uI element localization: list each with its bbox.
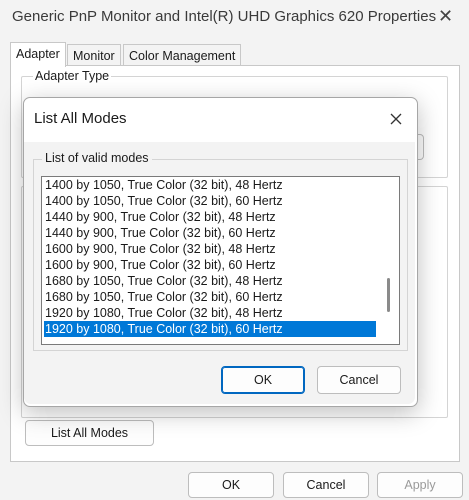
apply-button[interactable]: Apply bbox=[377, 472, 463, 498]
tab-color-management[interactable]: Color Management bbox=[123, 44, 242, 67]
list-item-selected[interactable]: 1920 by 1080, True Color (32 bit), 60 He… bbox=[44, 321, 376, 337]
list-item[interactable]: 1920 by 1080, True Color (32 bit), 48 He… bbox=[44, 305, 376, 321]
dialog-title: List All Modes bbox=[34, 110, 127, 127]
ok-button[interactable]: OK bbox=[188, 472, 274, 498]
dialog-ok-button[interactable]: OK bbox=[221, 366, 305, 394]
window-title: Generic PnP Monitor and Intel(R) UHD Gra… bbox=[12, 8, 437, 25]
list-item[interactable]: 1400 by 1050, True Color (32 bit), 48 He… bbox=[44, 177, 376, 193]
modes-listbox[interactable]: 1400 by 1050, True Color (32 bit), 48 He… bbox=[41, 176, 400, 345]
adapter-type-label: Adapter Type bbox=[33, 69, 112, 83]
list-all-modes-button[interactable]: List All Modes bbox=[25, 420, 154, 446]
list-item[interactable]: 1600 by 900, True Color (32 bit), 60 Her… bbox=[44, 257, 376, 273]
dialog-body: List of valid modes 1400 by 1050, True C… bbox=[24, 142, 415, 404]
valid-modes-label: List of valid modes bbox=[42, 151, 152, 165]
scrollbar-thumb[interactable] bbox=[387, 278, 390, 312]
list-item[interactable]: 1600 by 900, True Color (32 bit), 48 Her… bbox=[44, 241, 376, 257]
list-item[interactable]: 1440 by 900, True Color (32 bit), 60 Her… bbox=[44, 225, 376, 241]
list-item[interactable]: 1400 by 1050, True Color (32 bit), 60 He… bbox=[44, 193, 376, 209]
dialog-cancel-button[interactable]: Cancel bbox=[317, 366, 401, 394]
list-item[interactable]: 1680 by 1050, True Color (32 bit), 60 He… bbox=[44, 289, 376, 305]
window-close-icon[interactable]: ✕ bbox=[438, 6, 453, 27]
tab-monitor[interactable]: Monitor bbox=[67, 44, 121, 67]
cancel-button[interactable]: Cancel bbox=[283, 472, 369, 498]
list-all-modes-dialog: List All Modes List of valid modes 1400 … bbox=[23, 97, 418, 407]
dialog-close-icon[interactable] bbox=[384, 108, 408, 130]
list-item[interactable]: 1680 by 1050, True Color (32 bit), 48 He… bbox=[44, 273, 376, 289]
list-item[interactable]: 1440 by 900, True Color (32 bit), 48 Her… bbox=[44, 209, 376, 225]
tab-adapter[interactable]: Adapter bbox=[10, 42, 66, 67]
listbox-scrollbar[interactable] bbox=[384, 177, 398, 344]
